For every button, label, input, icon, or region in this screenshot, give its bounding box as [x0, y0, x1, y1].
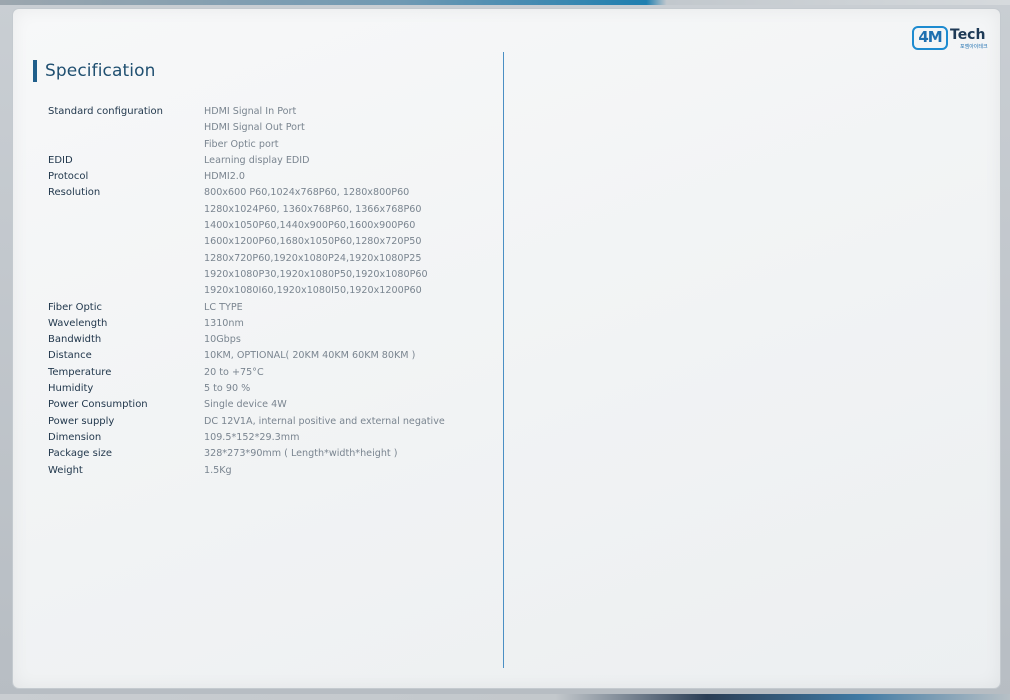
spec-label: Bandwidth	[48, 334, 102, 346]
spec-values: 800x600 P60,1024x768P60, 1280x800P60 1280…	[204, 185, 488, 299]
logo-subtitle: 포엠아이테크	[960, 44, 988, 50]
spec-row: Power Consumption Single device 4W	[48, 397, 488, 413]
spec-values: DC 12V1A, internal positive and external…	[204, 414, 488, 430]
spec-row: EDID Learning display EDID	[48, 153, 488, 169]
spec-value: 1280x720P60,1920x1080P24,1920x1080P25	[204, 252, 422, 264]
page-frame: 4M Tech 포엠아이테크 Specification Standard co…	[0, 0, 1010, 700]
spec-value: 5 to 90 %	[204, 383, 251, 395]
spec-row: Power supply DC 12V1A, internal positive …	[48, 414, 488, 430]
title-accent-bar	[33, 60, 37, 82]
spec-row: Temperature 20 to +75°C	[48, 365, 488, 381]
spec-label: Power Consumption	[48, 399, 148, 411]
spec-label: Dimension	[48, 431, 102, 443]
spec-label: Protocol	[48, 171, 89, 183]
spec-value: 328*273*90mm ( Length*width*height )	[204, 448, 398, 460]
top-accent-bar	[0, 0, 1010, 5]
spec-value: DC 12V1A, internal positive and external…	[204, 415, 445, 427]
spec-label: Package size	[48, 448, 113, 460]
section-header: Specification	[33, 60, 155, 82]
spec-row: Distance 10KM, OPTIONAL( 20KM 40KM 60KM 8…	[48, 348, 488, 364]
spec-values: 10KM, OPTIONAL( 20KM 40KM 60KM 80KM )	[204, 348, 488, 364]
spec-value: Learning display EDID	[204, 154, 310, 166]
spec-value: 1400x1050P60,1440x900P60,1600x900P60	[204, 220, 416, 232]
column-divider	[503, 52, 504, 668]
spec-label: Power supply	[48, 415, 115, 427]
spec-label: Resolution	[48, 187, 101, 199]
spec-value: 1.5Kg	[204, 464, 232, 476]
spec-value: HDMI2.0	[204, 171, 245, 183]
spec-values: Single device 4W	[204, 397, 488, 413]
logo-mark: 4M	[912, 26, 948, 50]
spec-label: Weight	[48, 464, 83, 476]
spec-value: 1920x1080P30,1920x1080P50,1920x1080P60	[204, 268, 428, 280]
logo-name: Tech	[950, 27, 986, 43]
spec-row: Resolution 800x600 P60,1024x768P60, 1280x…	[48, 185, 488, 299]
spec-row: Bandwidth 10Gbps	[48, 332, 488, 348]
spec-value: 1920x1080I60,1920x1080I50,1920x1200P60	[204, 285, 422, 297]
spec-values: 109.5*152*29.3mm	[204, 430, 488, 446]
spec-label: Temperature	[48, 366, 112, 378]
spec-values: 20 to +75°C	[204, 365, 488, 381]
spec-values: HDMI2.0	[204, 169, 488, 185]
spec-values: HDMI Signal In Port HDMI Signal Out Port F…	[204, 104, 488, 153]
bottom-accent-bar	[0, 694, 1010, 700]
spec-row: Protocol HDMI2.0	[48, 169, 488, 185]
spec-value: HDMI Signal In Port	[204, 106, 297, 117]
spec-values: 1.5Kg	[204, 463, 488, 479]
spec-values: Learning display EDID	[204, 153, 488, 169]
spec-value: 1310nm	[204, 317, 244, 329]
spec-label: Wavelength	[48, 317, 108, 329]
spec-value: 20 to +75°C	[204, 366, 264, 378]
spec-row: Dimension 109.5*152*29.3mm	[48, 430, 488, 446]
company-logo: 4M Tech 포엠아이테크	[912, 24, 992, 54]
spec-label: Standard configuration	[48, 106, 164, 117]
spec-row: Weight 1.5Kg	[48, 463, 488, 479]
spec-value: Fiber Optic port	[204, 138, 279, 150]
spec-label: Distance	[48, 350, 92, 362]
spec-value: 10KM, OPTIONAL( 20KM 40KM 60KM 80KM )	[204, 350, 416, 362]
section-title: Specification	[45, 61, 156, 81]
spec-value: 1600x1200P60,1680x1050P60,1280x720P50	[204, 236, 422, 248]
spec-table: Standard configuration HDMI Signal In Por…	[48, 104, 488, 479]
spec-value: 10Gbps	[204, 334, 241, 346]
spec-values: LC TYPE	[204, 300, 488, 316]
spec-label: EDID	[48, 154, 73, 166]
spec-row: Standard configuration HDMI Signal In Por…	[48, 104, 488, 153]
spec-value: Single device 4W	[204, 399, 287, 411]
spec-label: Fiber Optic	[48, 301, 103, 313]
spec-values: 328*273*90mm ( Length*width*height )	[204, 446, 488, 462]
spec-values: 5 to 90 %	[204, 381, 488, 397]
spec-label: Humidity	[48, 383, 94, 395]
spec-row: Fiber Optic LC TYPE	[48, 300, 488, 316]
spec-value: 109.5*152*29.3mm	[204, 431, 300, 443]
spec-values: 10Gbps	[204, 332, 488, 348]
spec-value: HDMI Signal Out Port	[204, 122, 305, 134]
spec-row: Package size 328*273*90mm ( Length*width…	[48, 446, 488, 462]
spec-row: Humidity 5 to 90 %	[48, 381, 488, 397]
spec-value: 1280x1024P60, 1360x768P60, 1366x768P60	[204, 203, 422, 215]
spec-value: 800x600 P60,1024x768P60, 1280x800P60	[204, 187, 410, 199]
spec-values: 1310nm	[204, 316, 488, 332]
spec-value: LC TYPE	[204, 301, 243, 313]
spec-row: Wavelength 1310nm	[48, 316, 488, 332]
